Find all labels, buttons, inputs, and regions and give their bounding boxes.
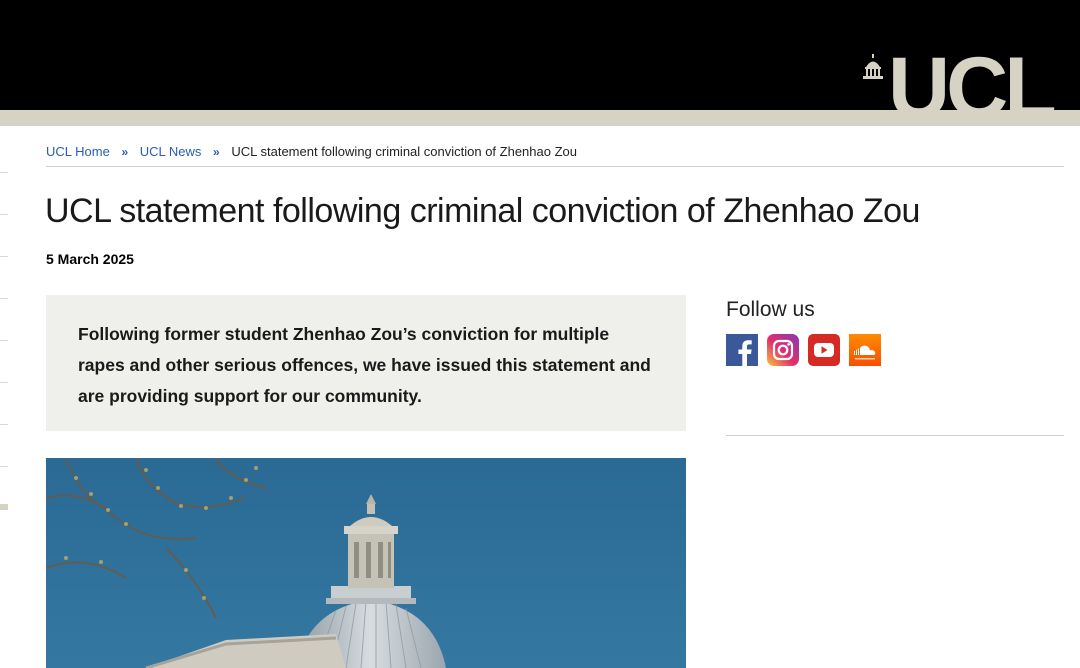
lead-summary-box: Following former student Zhenhao Zou’s c…: [46, 295, 686, 431]
social-links: [726, 334, 881, 366]
instagram-icon[interactable]: [767, 334, 799, 366]
article-date: 5 March 2025: [46, 251, 134, 267]
ucl-logo[interactable]: UCL: [858, 40, 1068, 136]
breadcrumb-separator: »: [121, 145, 129, 159]
logo-wordmark: UCL: [888, 40, 1057, 136]
follow-us-heading: Follow us: [726, 298, 815, 321]
breadcrumb-ucl-home[interactable]: UCL Home: [46, 144, 110, 159]
hero-image: [46, 458, 686, 668]
breadcrumb-ucl-news[interactable]: UCL News: [140, 144, 202, 159]
facebook-icon[interactable]: [726, 334, 758, 366]
breadcrumb: UCL Home » UCL News » UCL statement foll…: [46, 143, 1064, 167]
ucl-portico-dome-photo: [46, 458, 686, 668]
page-title: UCL statement following criminal convict…: [45, 192, 920, 230]
breadcrumb-separator: »: [213, 145, 220, 159]
collapsed-sidebar-edge: [0, 170, 8, 510]
breadcrumb-current: UCL statement following criminal convict…: [231, 144, 577, 159]
lead-summary-text: Following former student Zhenhao Zou’s c…: [78, 324, 651, 406]
follow-us-panel: Follow us: [726, 296, 1064, 436]
soundcloud-icon[interactable]: [849, 334, 881, 366]
portico-dome-icon: [863, 54, 883, 79]
youtube-icon[interactable]: [808, 334, 840, 366]
